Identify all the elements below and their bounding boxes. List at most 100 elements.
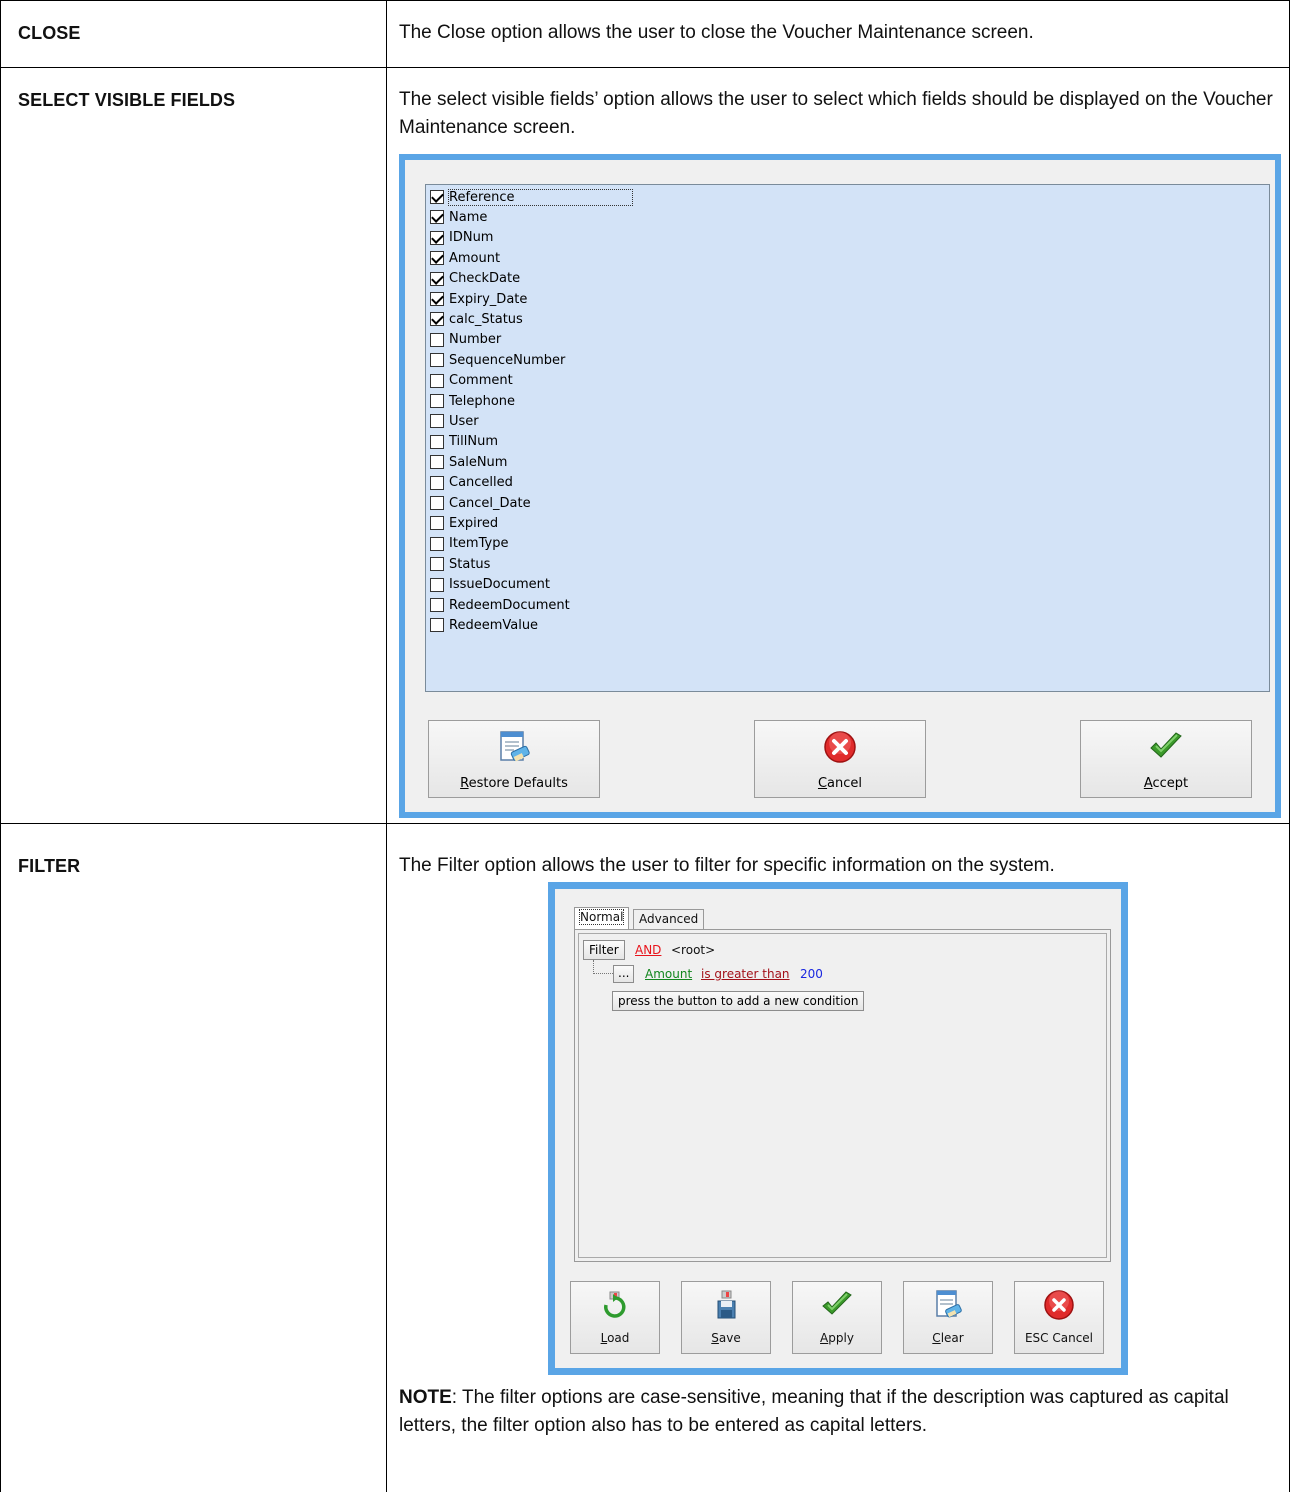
restore-defaults-button[interactable]: Restore Defaults: [428, 720, 600, 798]
field-checkbox-item[interactable]: Expired: [430, 513, 498, 533]
load-button[interactable]: Load: [570, 1281, 660, 1354]
filter-note: NOTE: The filter options are case-sensit…: [399, 1384, 1279, 1440]
tab-normal[interactable]: Normal: [574, 907, 630, 930]
operator-and[interactable]: AND: [635, 942, 661, 958]
field-checkbox-item[interactable]: TillNum: [430, 432, 498, 452]
accept-check-icon: [1150, 732, 1182, 758]
field-checkbox-item[interactable]: SequenceNumber: [430, 350, 565, 370]
field-checkbox-item[interactable]: SaleNum: [430, 452, 507, 472]
checkbox-unchecked[interactable]: [430, 434, 444, 449]
ellipsis-button[interactable]: ...: [613, 965, 635, 983]
checkbox-checked[interactable]: [430, 190, 444, 204]
field-checkbox-label: Amount: [449, 250, 501, 266]
condition-comparison[interactable]: is greater than: [701, 966, 790, 982]
apply-label: Apply: [820, 1331, 854, 1345]
field-checkbox-label: RedeemDocument: [449, 597, 570, 613]
field-checkbox-label: IssueDocument: [449, 577, 550, 593]
field-checkbox-label: ItemType: [449, 536, 509, 552]
accept-label: Accept: [1143, 776, 1189, 791]
checkbox-checked[interactable]: [430, 271, 444, 286]
field-checkbox-label: Status: [449, 556, 491, 572]
tab-advanced[interactable]: Advanced: [633, 909, 705, 930]
filter-tree-panel: Filter AND <root> ... Amount is greater …: [574, 929, 1111, 1262]
field-checkbox-item[interactable]: Name: [430, 207, 487, 227]
term-filter: FILTER: [18, 856, 81, 876]
field-checkbox-item[interactable]: Telephone: [430, 391, 515, 411]
checkbox-unchecked[interactable]: [430, 353, 444, 368]
field-checkbox-item[interactable]: Number: [430, 330, 501, 350]
field-checkbox-item[interactable]: Cancel_Date: [430, 493, 531, 513]
field-checkbox-label: SaleNum: [449, 454, 508, 470]
add-condition-button[interactable]: press the button to add a new condition: [612, 991, 865, 1011]
field-checkbox-item[interactable]: RedeemValue: [430, 615, 538, 635]
save-button[interactable]: Save: [681, 1281, 771, 1354]
checkbox-unchecked[interactable]: [430, 598, 444, 612]
checkbox-checked[interactable]: [430, 312, 444, 327]
accept-button[interactable]: Accept: [1080, 720, 1252, 798]
field-checkbox-label: calc_Status: [449, 311, 523, 327]
tree-connector: [593, 960, 613, 974]
restore-defaults-label: Restore Defaults: [460, 776, 568, 791]
term-close: CLOSE: [18, 23, 81, 43]
checkbox-unchecked[interactable]: [430, 414, 444, 429]
checkbox-unchecked[interactable]: [430, 618, 444, 633]
filter-button[interactable]: Filter: [583, 940, 625, 960]
clear-button[interactable]: Clear: [903, 1281, 993, 1354]
checkbox-unchecked[interactable]: [430, 496, 444, 510]
field-checkbox-item[interactable]: ItemType: [430, 534, 508, 554]
field-checkbox-item[interactable]: Cancelled: [430, 473, 513, 493]
save-label: Save: [711, 1331, 741, 1345]
checkbox-checked[interactable]: [430, 251, 444, 266]
field-checkbox-label: Cancelled: [449, 475, 513, 491]
load-icon: [604, 1291, 626, 1318]
visible-fields-button-bar: Restore Defaults Cancel Accept: [405, 708, 1275, 812]
checkbox-unchecked[interactable]: [430, 516, 444, 531]
checkbox-unchecked[interactable]: [430, 394, 444, 408]
checkbox-unchecked[interactable]: [430, 577, 444, 592]
cancel-button[interactable]: Cancel: [754, 720, 926, 798]
checkbox-unchecked[interactable]: [430, 536, 444, 551]
field-checkbox-label: SequenceNumber: [449, 352, 566, 368]
field-checkbox-label: Expired: [449, 515, 499, 531]
field-checkbox-item[interactable]: Amount: [430, 248, 500, 268]
field-checkbox-item[interactable]: CheckDate: [430, 269, 520, 289]
condition-value[interactable]: 200: [800, 966, 823, 982]
field-checkbox-item[interactable]: Expiry_Date: [430, 289, 527, 309]
condition-field[interactable]: Amount: [645, 966, 692, 982]
checkbox-unchecked[interactable]: [430, 455, 444, 470]
visible-fields-list[interactable]: Reference Name IDNum Amount CheckDate Expiry_…: [425, 184, 1270, 692]
apply-check-icon: [822, 1291, 852, 1315]
checkbox-checked[interactable]: [430, 292, 444, 306]
checkbox-unchecked[interactable]: [430, 332, 444, 347]
field-checkbox-item[interactable]: IssueDocument: [430, 575, 550, 595]
field-checkbox-label: CheckDate: [449, 271, 521, 287]
esc-cancel-button[interactable]: ESC Cancel: [1014, 1281, 1104, 1354]
checkbox-unchecked[interactable]: [430, 373, 444, 388]
field-checkbox-item[interactable]: calc_Status: [430, 309, 523, 329]
field-checkbox-item[interactable]: IDNum: [430, 228, 493, 248]
checkbox-checked[interactable]: [430, 230, 444, 245]
root-node: <root>: [671, 943, 716, 957]
field-checkbox-label: Number: [449, 332, 502, 348]
field-checkbox-label: User: [449, 413, 479, 429]
field-checkbox-item[interactable]: User: [430, 411, 479, 431]
field-checkbox-label: RedeemValue: [449, 617, 539, 633]
esc-cancel-label: ESC Cancel: [1024, 1331, 1094, 1345]
description-close: The Close option allows the user to clos…: [399, 22, 1034, 43]
checkbox-unchecked[interactable]: [430, 557, 444, 572]
description-select-visible-fields: The select visible fields’ option allows…: [399, 89, 1273, 138]
note-label: NOTE: [399, 1387, 452, 1408]
field-checkbox-item[interactable]: Comment: [430, 371, 513, 391]
table-row-close: CLOSE The Close option allows the user t…: [1, 0, 1289, 68]
visible-fields-dialog: Reference Name IDNum Amount CheckDate Expiry_…: [399, 154, 1281, 818]
field-checkbox-label: IDNum: [449, 230, 494, 246]
field-checkbox-item[interactable]: Status: [430, 554, 490, 574]
note-text: : The filter options are case-sensitive,…: [399, 1387, 1229, 1436]
checkbox-checked[interactable]: [430, 210, 444, 225]
cancel-icon: [824, 731, 856, 763]
filter-dialog: Normal Advanced Filter AND <root> ... Am…: [548, 882, 1128, 1375]
checkbox-unchecked[interactable]: [430, 475, 444, 490]
apply-button[interactable]: Apply: [792, 1281, 882, 1354]
field-checkbox-item[interactable]: Reference: [430, 187, 634, 207]
field-checkbox-item[interactable]: RedeemDocument: [430, 595, 570, 615]
